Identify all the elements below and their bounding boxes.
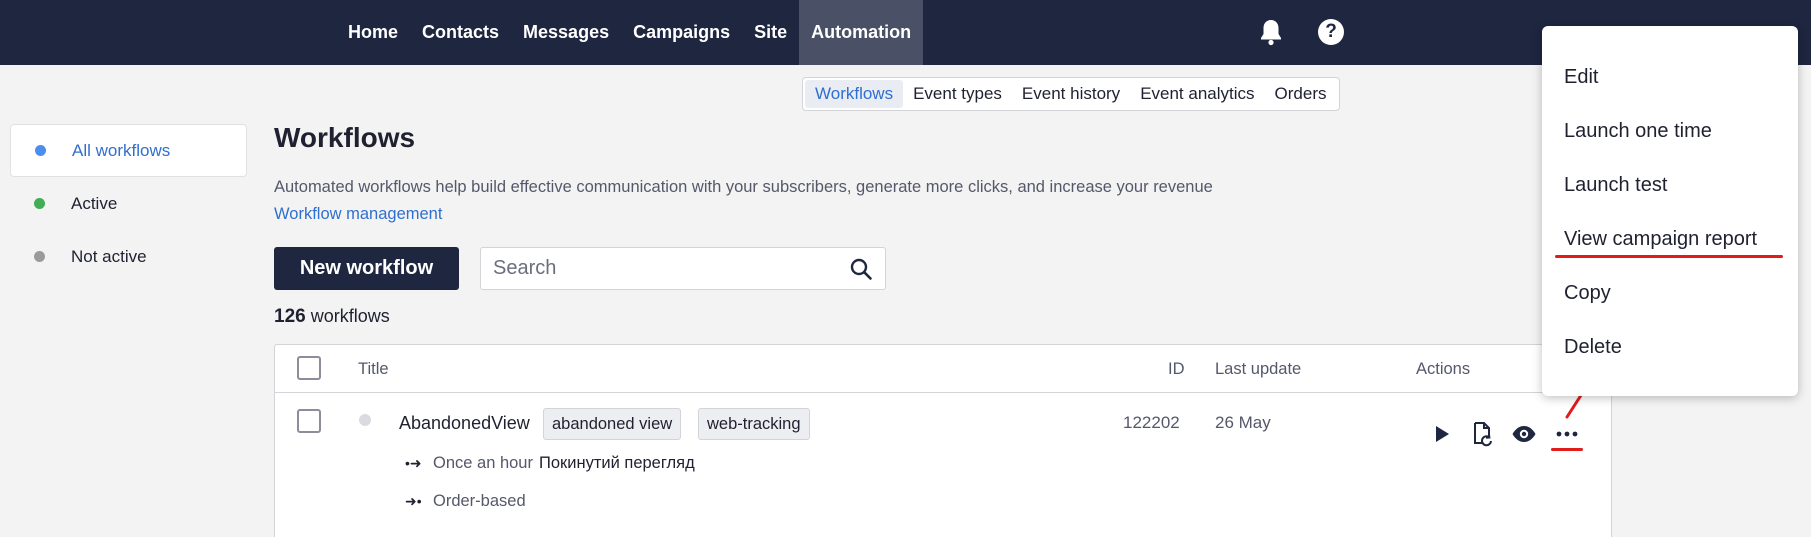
nav-automation[interactable]: Automation [799, 0, 924, 65]
status-dot-green [34, 198, 45, 209]
workflow-count-label: workflows [305, 306, 390, 326]
sidebar-item-not-active[interactable]: Not active [10, 230, 247, 283]
row-checkbox[interactable] [297, 409, 321, 433]
column-id[interactable]: ID [1168, 360, 1185, 379]
sidebar-item-label: All workflows [72, 140, 171, 160]
table-header: Title ID Last update Actions [275, 345, 1611, 393]
trigger-name: Покинутий перегляд [538, 454, 695, 472]
play-icon[interactable] [1428, 421, 1454, 447]
document-refresh-icon[interactable] [1469, 421, 1495, 447]
nav-site[interactable]: Site [742, 0, 799, 65]
trigger-schedule: •➜ Once an hour Покинутий перегляд [405, 454, 695, 473]
status-dot-blue [35, 145, 46, 156]
nav-messages[interactable]: Messages [511, 0, 621, 65]
workflow-management-link[interactable]: Workflow management [274, 205, 442, 224]
workflow-name[interactable]: AbandonedView [399, 413, 530, 434]
more-options-icon[interactable] [1554, 421, 1580, 447]
automation-subnav: Workflows Event types Event history Even… [802, 77, 1340, 111]
workflow-tag[interactable]: web-tracking [698, 408, 810, 440]
annotation-underline-report [1555, 255, 1783, 258]
page-description: Automated workflows help build effective… [274, 178, 1213, 196]
top-navigation-bar: Home Contacts Messages Campaigns Site Au… [0, 0, 1811, 65]
menu-item-copy[interactable]: Copy [1564, 282, 1611, 305]
eye-icon[interactable] [1511, 421, 1537, 447]
tab-event-history[interactable]: Event history [1012, 80, 1130, 108]
workflow-count: 126 workflows [274, 306, 390, 328]
workflow-status-dot [359, 414, 371, 426]
trigger-arrow-in-icon: ➜• [405, 493, 422, 509]
sidebar-item-active[interactable]: Active [10, 177, 247, 230]
tab-event-types[interactable]: Event types [903, 80, 1012, 108]
menu-item-launch-one-time[interactable]: Launch one time [1564, 120, 1712, 143]
nav-contacts[interactable]: Contacts [410, 0, 511, 65]
select-all-checkbox[interactable] [297, 356, 321, 380]
sidebar-item-label: Active [71, 193, 118, 213]
menu-item-view-campaign-report[interactable]: View campaign report [1564, 228, 1757, 251]
row-actions-menu: Edit Launch one time Launch test View ca… [1542, 26, 1798, 396]
menu-item-launch-test[interactable]: Launch test [1564, 174, 1667, 197]
trigger-arrow-icon: •➜ [405, 455, 422, 471]
search-placeholder: Search [493, 257, 557, 279]
main-nav: Home Contacts Messages Campaigns Site Au… [336, 0, 924, 65]
annotation-underline-more [1551, 448, 1583, 451]
column-last-update[interactable]: Last update [1215, 360, 1301, 379]
workflow-filter-sidebar: All workflows Active Not active [10, 124, 247, 283]
bell-icon[interactable] [1258, 18, 1284, 46]
column-title[interactable]: Title [358, 360, 389, 379]
workflow-tag[interactable]: abandoned view [543, 408, 682, 440]
menu-item-delete[interactable]: Delete [1564, 336, 1622, 359]
tab-workflows[interactable]: Workflows [805, 80, 904, 108]
tab-event-analytics[interactable]: Event analytics [1130, 80, 1264, 108]
trigger-label: Order-based [433, 492, 526, 510]
menu-item-edit[interactable]: Edit [1564, 66, 1598, 89]
workflow-last-update: 26 May [1215, 413, 1271, 432]
status-dot-gray [34, 251, 45, 262]
new-workflow-button[interactable]: New workflow [274, 247, 459, 290]
page-title: Workflows [274, 122, 416, 153]
nav-home[interactable]: Home [336, 0, 410, 65]
trigger-label: Once an hour [433, 454, 533, 472]
help-icon[interactable]: ? [1318, 19, 1344, 45]
tab-orders[interactable]: Orders [1265, 80, 1337, 108]
search-icon[interactable] [849, 257, 873, 281]
search-input[interactable]: Search [480, 247, 886, 290]
nav-campaigns[interactable]: Campaigns [621, 0, 742, 65]
sidebar-item-all-workflows[interactable]: All workflows [10, 124, 247, 177]
workflow-id: 122202 [1123, 413, 1180, 432]
trigger-order: ➜• Order-based [405, 492, 526, 511]
sidebar-item-label: Not active [71, 246, 147, 266]
workflow-count-number: 126 [274, 306, 306, 327]
column-actions: Actions [1416, 360, 1471, 378]
workflows-table: Title ID Last update Actions AbandonedVi… [274, 344, 1612, 537]
